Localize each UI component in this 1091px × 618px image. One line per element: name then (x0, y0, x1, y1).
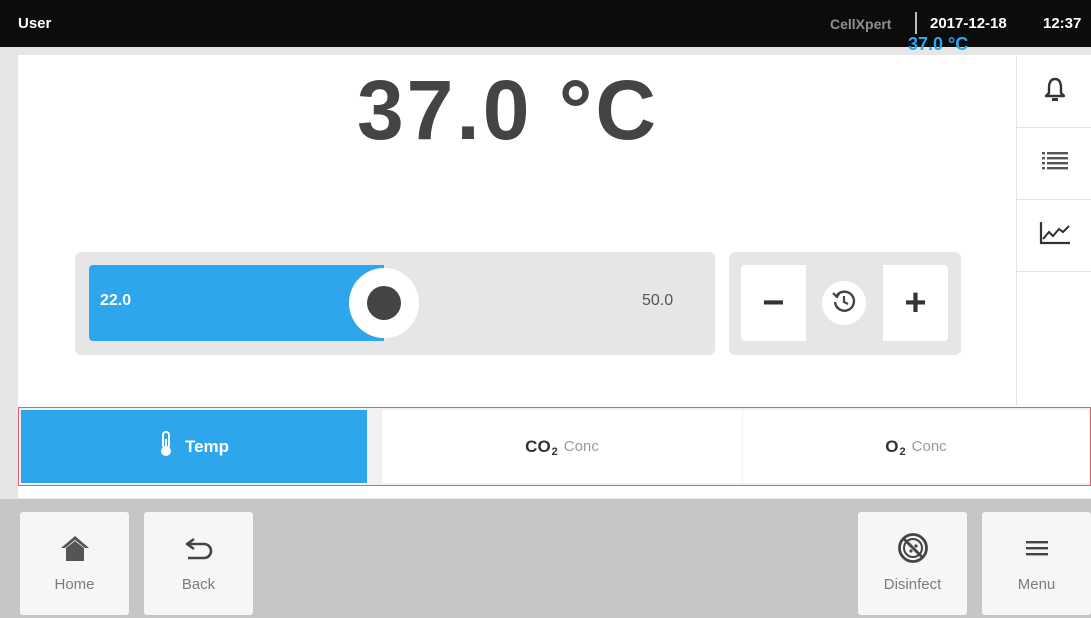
device-name: CellXpert (830, 16, 892, 32)
reset-button[interactable] (806, 265, 882, 341)
back-button[interactable]: Back (144, 512, 253, 615)
menu-button[interactable]: Menu (982, 512, 1091, 615)
bell-icon (1043, 76, 1067, 107)
home-button[interactable]: Home (20, 512, 129, 615)
back-icon (184, 532, 214, 564)
user-label: User (18, 15, 52, 32)
chart-icon (1039, 221, 1071, 250)
slider-knob-dot (367, 286, 401, 320)
back-label: Back (181, 576, 216, 593)
setpoint-value: 37.0 °C (908, 34, 969, 54)
tab-o2-subscript: 2 (899, 445, 906, 458)
tab-co2[interactable]: CO 2 Conc (382, 410, 742, 483)
tab-temp-label: Temp (184, 436, 230, 456)
thermometer-icon (159, 431, 173, 462)
menu-label: Menu (1017, 576, 1056, 593)
tab-co2-subscript: 2 (551, 445, 558, 458)
tab-temp[interactable]: Temp (21, 410, 367, 483)
tab-o2-suffix: Conc (911, 438, 947, 455)
slider-min-label: 22.0 (100, 292, 132, 309)
date-label: 2017-12-18 (930, 15, 1007, 32)
slider-max-label: 50.0 (642, 292, 674, 309)
current-temperature: 37.0 °C (356, 63, 660, 157)
disinfect-label: Disinfect (883, 576, 942, 593)
home-icon (60, 532, 90, 564)
slider-fill (89, 265, 384, 341)
alarm-button[interactable] (1017, 56, 1091, 128)
tab-co2-suffix: Conc (563, 438, 599, 455)
time-label: 12:37 (1043, 15, 1082, 32)
chart-button[interactable] (1017, 200, 1091, 272)
home-label: Home (54, 576, 95, 593)
hamburger-icon (1025, 532, 1048, 564)
disinfect-button[interactable]: Disinfect (858, 512, 967, 615)
disinfect-icon (897, 532, 929, 564)
slider-knob[interactable] (349, 268, 419, 338)
bottom-nav: Home Back Disinfect Menu (0, 499, 1091, 618)
reset-button-face (822, 281, 866, 325)
decrement-button[interactable]: − (741, 265, 806, 341)
divider (915, 12, 917, 34)
tab-o2-label: O (885, 436, 899, 456)
history-icon (831, 288, 857, 319)
log-button[interactable] (1017, 128, 1091, 200)
list-icon (1041, 151, 1068, 176)
tab-o2[interactable]: O 2 Conc (743, 410, 1089, 483)
parameter-tabs: Temp CO 2 Conc O 2 Conc (18, 407, 1091, 486)
side-toolbar (1016, 56, 1091, 406)
increment-button[interactable]: + (883, 265, 948, 341)
tab-co2-label: CO (525, 436, 551, 456)
